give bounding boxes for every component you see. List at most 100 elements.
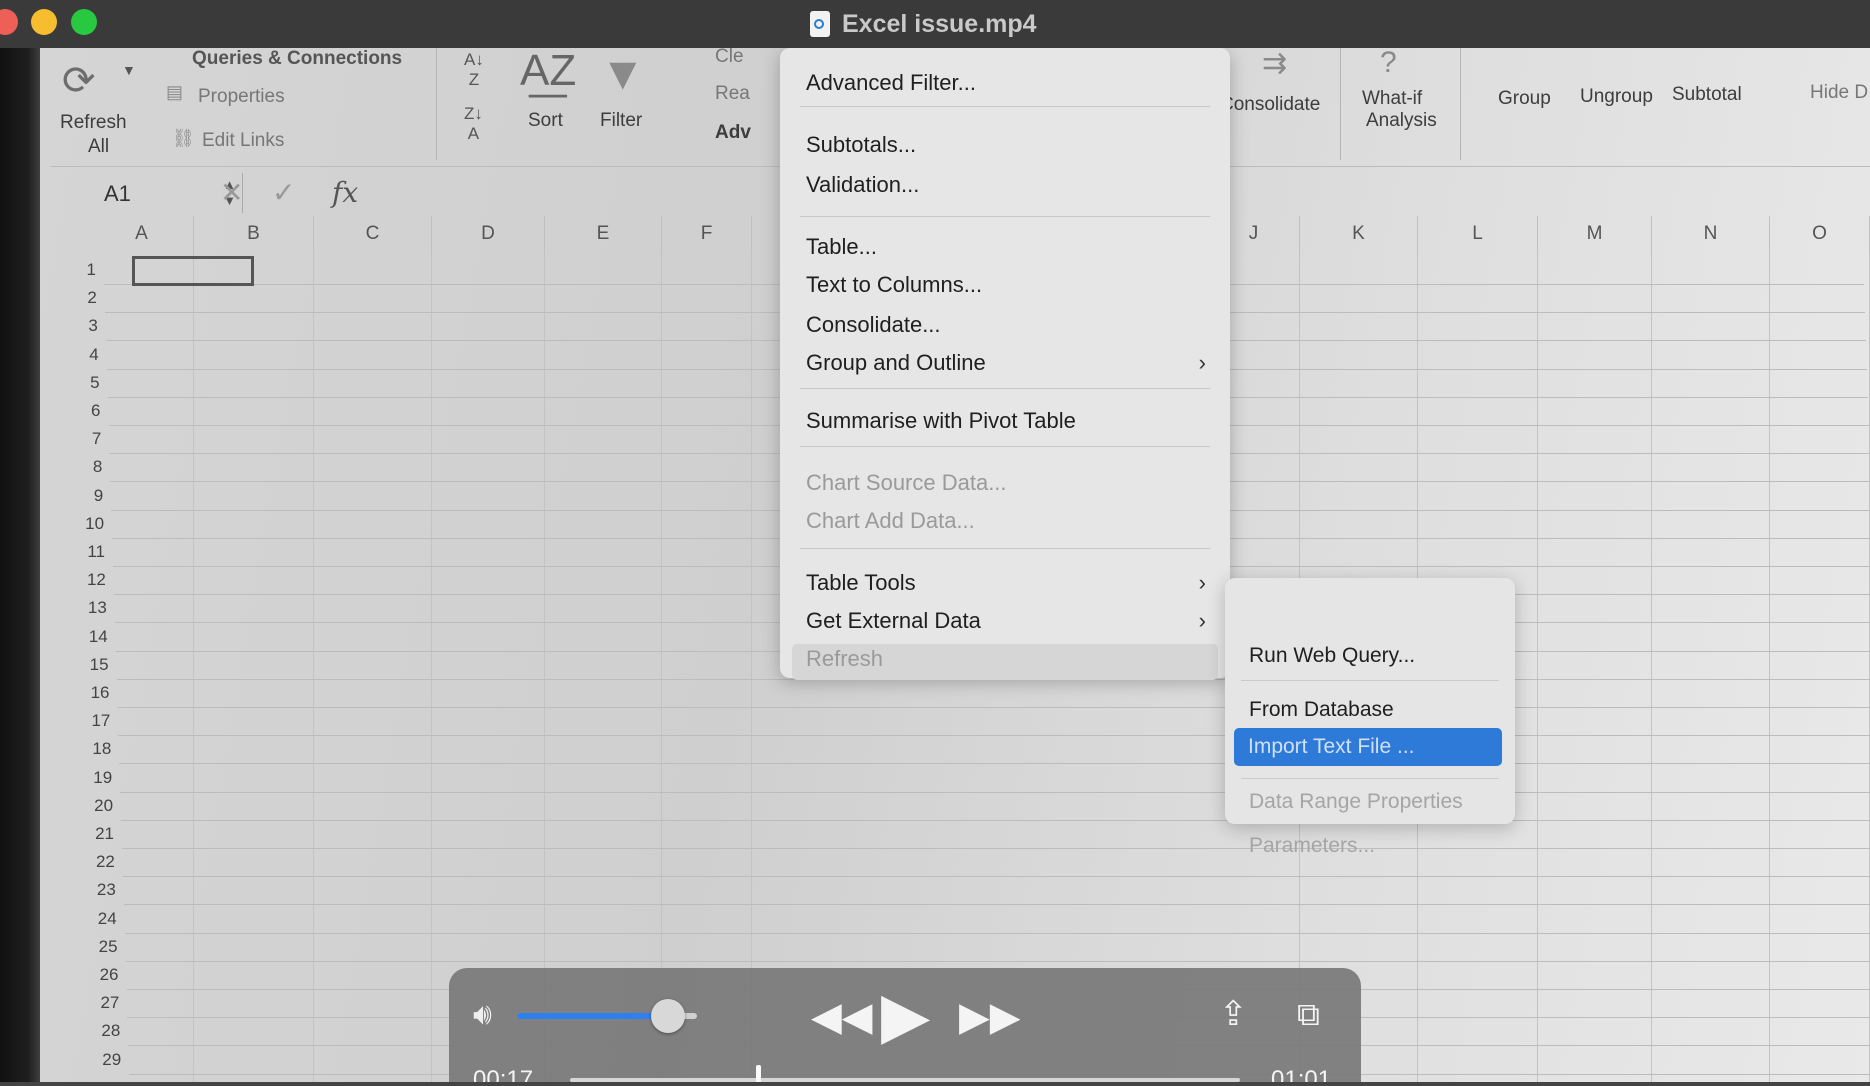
import-text-file-item[interactable]: Import Text File ... xyxy=(1234,728,1502,766)
sort-icon[interactable]: A͟Z xyxy=(520,48,576,96)
row-header-5[interactable]: 5 xyxy=(60,373,99,393)
properties-button[interactable]: Properties xyxy=(198,86,285,108)
column-header-b[interactable]: B xyxy=(194,216,314,252)
queries-connections-button[interactable]: Queries & Connections xyxy=(192,48,402,70)
row-header-9[interactable]: 9 xyxy=(63,486,103,506)
row-header-7[interactable]: 7 xyxy=(61,429,101,449)
close-window-button[interactable] xyxy=(0,9,18,35)
column-header-d[interactable]: D xyxy=(432,216,545,252)
run-web-query-item[interactable]: Run Web Query... xyxy=(1249,644,1415,668)
row-header-14[interactable]: 14 xyxy=(68,627,108,647)
row-header-10[interactable]: 10 xyxy=(64,514,104,534)
picture-in-picture-icon[interactable]: ⧉ xyxy=(1297,996,1320,1034)
row-header-22[interactable]: 22 xyxy=(75,852,115,872)
group-button[interactable]: Group xyxy=(1498,88,1551,110)
row-header-2[interactable]: 2 xyxy=(57,288,96,308)
what-if-icon[interactable]: ? xyxy=(1380,48,1397,80)
edit-links-button[interactable]: Edit Links xyxy=(202,130,284,152)
selected-cell-a1[interactable] xyxy=(132,256,254,286)
clear-filter-button[interactable]: Cle xyxy=(715,48,744,68)
refresh-dropdown-icon[interactable]: ▼ xyxy=(122,62,136,78)
minimize-window-button[interactable] xyxy=(31,9,57,35)
column-header-n[interactable]: N xyxy=(1652,216,1770,252)
column-header-m[interactable]: M xyxy=(1538,216,1652,252)
zoom-window-button[interactable] xyxy=(71,9,97,35)
row-header-20[interactable]: 20 xyxy=(73,796,113,816)
ungroup-button[interactable]: Ungroup xyxy=(1580,86,1653,108)
menu-item-summarise-with-pivot-table[interactable]: Summarise with Pivot Table xyxy=(806,408,1076,434)
confirm-formula-icon[interactable]: ✓ xyxy=(272,176,295,209)
menu-item-subtotals[interactable]: Subtotals... xyxy=(806,132,916,158)
column-header-a[interactable]: A xyxy=(90,216,194,252)
from-database-item[interactable]: From Database xyxy=(1249,698,1394,722)
menu-item-advanced-filter[interactable]: Advanced Filter... xyxy=(806,70,976,96)
reapply-filter-button[interactable]: Rea xyxy=(715,83,750,105)
menu-item-table[interactable]: Table... xyxy=(806,234,877,260)
row-header-21[interactable]: 21 xyxy=(74,824,114,844)
column-header-f[interactable]: F xyxy=(662,216,752,252)
row-header-28[interactable]: 28 xyxy=(80,1021,120,1041)
row-header-17[interactable]: 17 xyxy=(70,711,110,731)
fast-forward-icon[interactable]: ▶▶ xyxy=(959,994,1021,1040)
row-header-12[interactable]: 12 xyxy=(66,570,106,590)
column-header-e[interactable]: E xyxy=(545,216,662,252)
sort-button[interactable]: Sort xyxy=(528,110,563,132)
row-header-24[interactable]: 24 xyxy=(77,909,117,929)
menu-item-get-external-data[interactable]: Get External Data xyxy=(806,608,981,634)
column-header-c[interactable]: C xyxy=(314,216,432,252)
row-header-16[interactable]: 16 xyxy=(70,683,110,703)
playhead[interactable] xyxy=(755,1065,761,1082)
volume-slider[interactable] xyxy=(517,999,697,1033)
row-header-18[interactable]: 18 xyxy=(71,739,111,759)
row-header-26[interactable]: 26 xyxy=(79,965,119,985)
subtotal-button[interactable]: Subtotal xyxy=(1672,84,1742,106)
row-header-19[interactable]: 19 xyxy=(72,768,112,788)
player-controls: 🔊︎ ◀◀ ▶ ▶▶ ⇪ ⧉ 00:17 01:01 xyxy=(449,968,1361,1082)
speaker-icon[interactable]: 🔊︎ xyxy=(473,998,492,1032)
sort-za-icon[interactable]: Z↓ A xyxy=(464,104,483,144)
row-header-27[interactable]: 27 xyxy=(79,993,119,1013)
what-if-analysis-label-1[interactable]: What-if xyxy=(1362,88,1422,110)
grid-row-line xyxy=(123,904,1870,906)
filter-icon[interactable]: ▼ xyxy=(600,48,646,100)
submenu-chevron-icon: › xyxy=(1198,350,1206,375)
advanced-filter-button[interactable]: Adv xyxy=(715,122,751,144)
refresh-all-label-1[interactable]: Refresh xyxy=(60,112,127,134)
menu-item-table-tools[interactable]: Table Tools xyxy=(806,570,916,596)
volume-knob[interactable] xyxy=(651,999,686,1033)
share-icon[interactable]: ⇪ xyxy=(1219,994,1248,1034)
menu-item-refresh: Refresh xyxy=(806,646,884,671)
row-header-25[interactable]: 25 xyxy=(78,937,118,957)
column-header-o[interactable]: O xyxy=(1770,216,1870,252)
rewind-icon[interactable]: ◀◀ xyxy=(811,994,873,1040)
row-header-8[interactable]: 8 xyxy=(62,457,102,477)
row-header-15[interactable]: 15 xyxy=(69,655,109,675)
refresh-all-label-2[interactable]: All xyxy=(88,136,109,158)
row-header-4[interactable]: 4 xyxy=(59,345,98,365)
menu-item-consolidate[interactable]: Consolidate... xyxy=(806,312,941,338)
row-header-3[interactable]: 3 xyxy=(58,316,97,336)
menu-item-validation[interactable]: Validation... xyxy=(806,172,919,198)
row-header-23[interactable]: 23 xyxy=(76,880,116,900)
consolidate-button[interactable]: Consolidate xyxy=(1220,94,1320,116)
row-header-1[interactable]: 1 xyxy=(56,260,96,280)
filter-button[interactable]: Filter xyxy=(600,110,642,132)
grid-row-line xyxy=(117,707,1870,708)
row-header-13[interactable]: 13 xyxy=(67,598,107,618)
refresh-icon[interactable]: ⟳ xyxy=(62,58,96,104)
cancel-formula-icon[interactable]: ✕ xyxy=(220,176,243,209)
row-header-11[interactable]: 11 xyxy=(65,542,105,562)
menu-item-group-and-outline[interactable]: Group and Outline xyxy=(806,350,986,376)
ribbon-separator xyxy=(1340,48,1341,160)
row-header-6[interactable]: 6 xyxy=(61,401,100,421)
consolidate-icon[interactable]: ⇉ xyxy=(1262,48,1287,81)
sort-az-icon[interactable]: A↓ Z xyxy=(464,50,484,90)
column-header-l[interactable]: L xyxy=(1418,216,1538,252)
what-if-analysis-label-2[interactable]: Analysis xyxy=(1366,110,1437,132)
menu-item-text-to-columns[interactable]: Text to Columns... xyxy=(806,272,982,298)
row-header-29[interactable]: 29 xyxy=(81,1050,121,1070)
column-header-k[interactable]: K xyxy=(1300,216,1418,252)
play-icon[interactable]: ▶ xyxy=(881,978,930,1053)
insert-function-button[interactable]: fx xyxy=(332,176,358,209)
hide-detail-button[interactable]: Hide D xyxy=(1810,82,1868,104)
